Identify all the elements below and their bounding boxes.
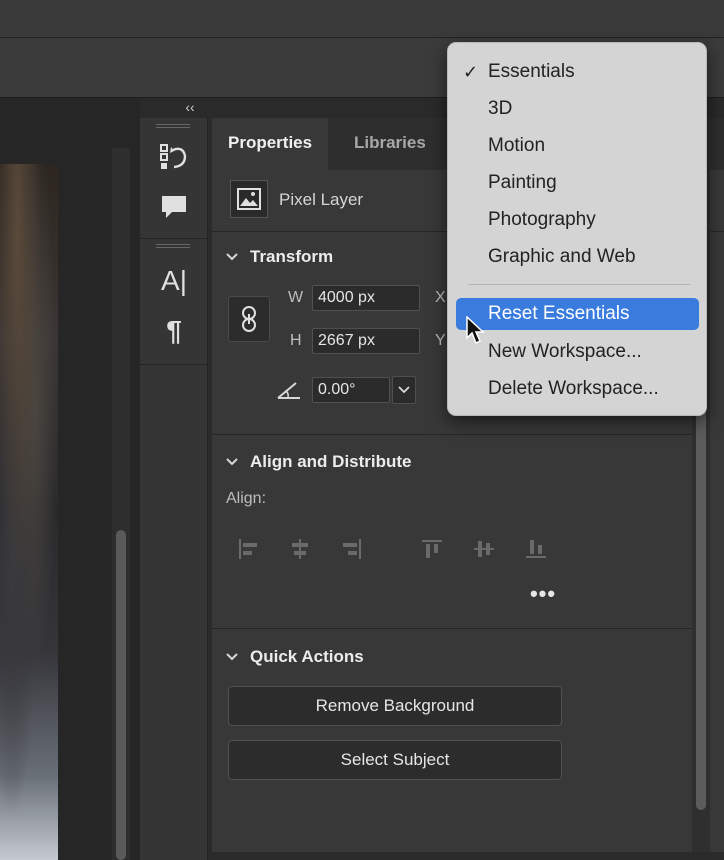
align-right-edges-icon[interactable] (338, 536, 366, 562)
canvas-scroll-thumb[interactable] (116, 530, 126, 860)
menu-item-photography[interactable]: Photography (456, 204, 699, 236)
image-icon (230, 180, 268, 218)
workspace-menu: ✓ Essentials 3D Motion Painting Photogra… (447, 42, 707, 416)
menu-item-delete-workspace[interactable]: Delete Workspace... (456, 373, 699, 405)
more-options-button[interactable]: ••• (528, 583, 558, 608)
comment-icon[interactable] (154, 190, 194, 224)
document-canvas[interactable] (0, 98, 140, 860)
character-icon[interactable]: A| (154, 264, 194, 298)
menu-item-essentials[interactable]: ✓ Essentials (456, 56, 699, 88)
link-dimensions-button[interactable] (228, 296, 270, 342)
angle-dropdown-button[interactable] (392, 376, 416, 404)
dock-separator (140, 238, 208, 239)
chevron-down-icon (226, 458, 238, 466)
transform-title: Transform (250, 247, 334, 266)
align-top-edges-icon[interactable] (418, 536, 446, 562)
menu-item-motion[interactable]: Motion (456, 130, 699, 162)
link-icon (242, 306, 256, 332)
menu-item-label: Photography (488, 209, 596, 230)
mouse-cursor-icon (466, 315, 486, 346)
angle-icon (276, 380, 302, 400)
paragraph-icon[interactable]: ¶ (154, 314, 194, 348)
menu-separator (468, 284, 690, 285)
quick-actions-section-header[interactable]: Quick Actions (224, 647, 364, 667)
menu-item-3d[interactable]: 3D (456, 93, 699, 125)
menu-item-graphic-and-web[interactable]: Graphic and Web (456, 241, 699, 273)
panel-bottom-strip (212, 852, 724, 860)
select-subject-button[interactable]: Select Subject (228, 740, 562, 780)
menu-item-label: Reset Essentials (488, 303, 630, 324)
align-title: Align and Distribute (250, 452, 412, 471)
quick-actions-title: Quick Actions (250, 647, 364, 666)
height-label: H (290, 332, 302, 349)
height-field[interactable]: 2667 px (312, 328, 420, 354)
menu-item-label: 3D (488, 98, 513, 119)
panel-dock: A| ¶ (140, 118, 208, 860)
menu-item-reset-essentials[interactable]: Reset Essentials (456, 298, 699, 330)
menu-item-new-workspace[interactable]: New Workspace... (456, 336, 699, 368)
align-horizontal-centers-icon[interactable] (286, 536, 314, 562)
y-label: Y (435, 332, 446, 349)
dock-grip[interactable] (156, 244, 190, 248)
menu-item-label: Painting (488, 172, 557, 193)
checkmark-icon: ✓ (463, 62, 479, 82)
align-bottom-edges-icon[interactable] (522, 536, 550, 562)
section-divider (212, 628, 692, 629)
width-field[interactable]: 4000 px (312, 285, 420, 311)
dock-grip[interactable] (156, 124, 190, 128)
transform-section-header[interactable]: Transform (224, 247, 333, 267)
align-left-edges-icon[interactable] (234, 536, 262, 562)
menu-item-label: New Workspace... (488, 341, 642, 362)
menu-item-label: Motion (488, 135, 546, 156)
align-vertical-centers-icon[interactable] (470, 536, 498, 562)
chevron-down-icon (226, 253, 238, 261)
chevron-down-icon (398, 386, 410, 394)
chevron-down-icon (226, 653, 238, 661)
align-label: Align: (226, 490, 267, 507)
x-label: X (435, 289, 446, 306)
history-icon[interactable] (154, 140, 194, 174)
section-divider (212, 434, 692, 435)
align-section-header[interactable]: Align and Distribute (224, 452, 412, 472)
tab-properties[interactable]: Properties (212, 118, 329, 170)
remove-background-button[interactable]: Remove Background (228, 686, 562, 726)
width-label: W (288, 289, 304, 306)
canvas-image (0, 164, 58, 860)
collapse-panels-button[interactable]: ‹‹ (180, 98, 200, 118)
angle-field[interactable]: 0.00° (312, 377, 390, 403)
menu-item-label: Graphic and Web (488, 246, 636, 267)
menu-item-label: Essentials (488, 61, 575, 82)
menu-item-label: Delete Workspace... (488, 378, 659, 399)
dock-separator (140, 364, 208, 365)
tab-libraries[interactable]: Libraries (338, 118, 442, 170)
canvas-vertical-scrollbar[interactable] (112, 148, 130, 860)
app-title-bar (0, 0, 724, 38)
layer-type-label: Pixel Layer (279, 190, 364, 209)
menu-item-painting[interactable]: Painting (456, 167, 699, 199)
